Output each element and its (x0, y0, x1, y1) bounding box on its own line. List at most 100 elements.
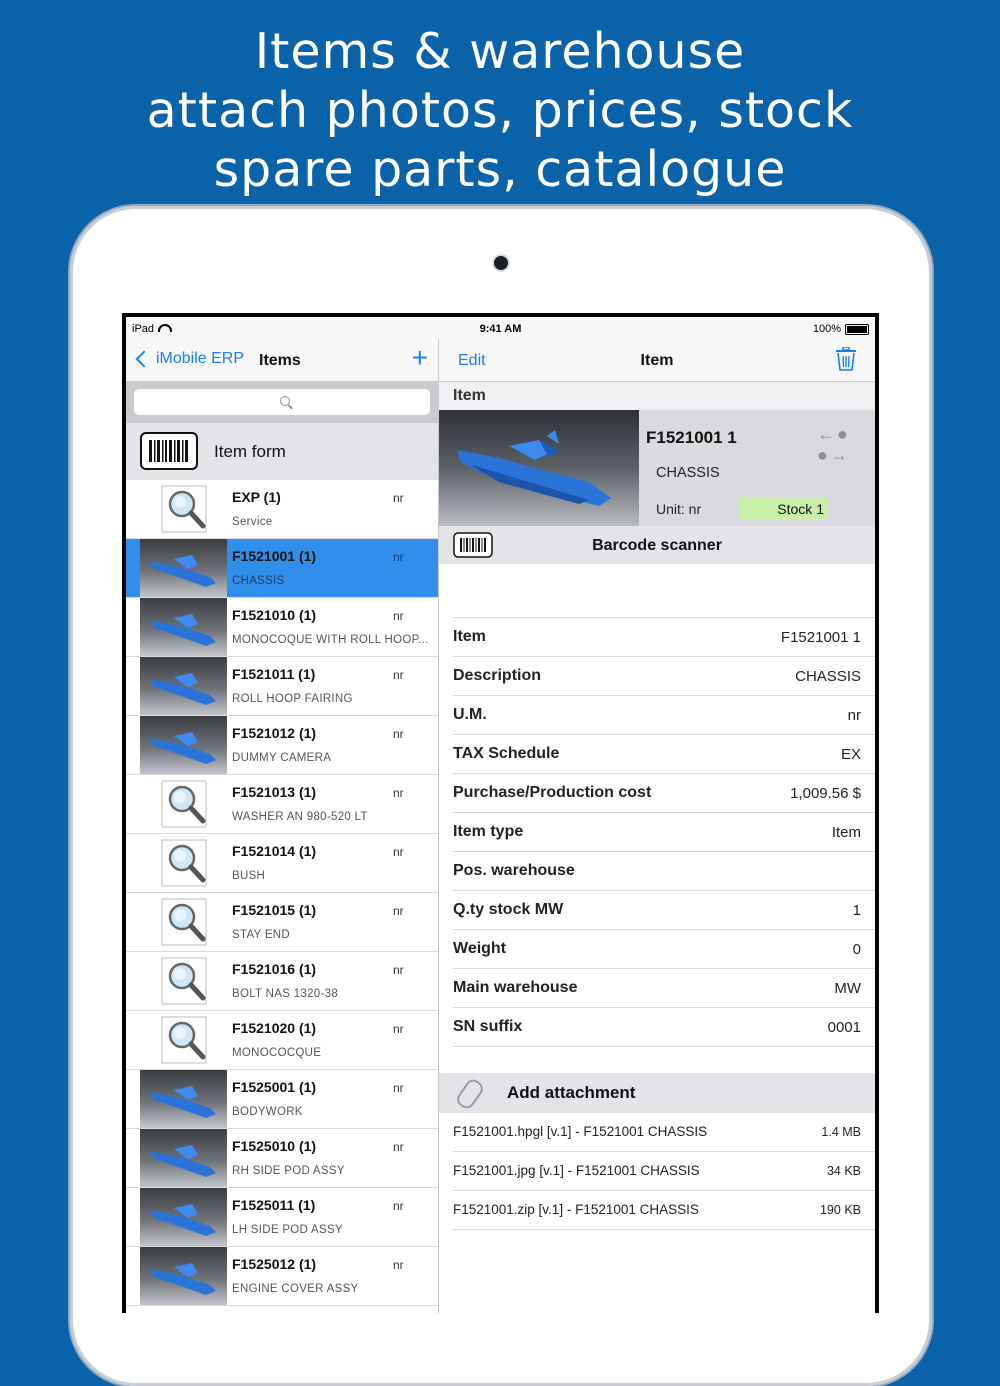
field-row[interactable]: Item type Item (453, 813, 875, 852)
screen: iPad 9:41 AM 100% iMobile ERP Items + It… (122, 313, 879, 1313)
field-row[interactable]: Main warehouse MW (453, 969, 875, 1008)
item-row[interactable]: F1521013 (1) nr WASHER AN 980-520 LT (126, 775, 438, 834)
magnifier-icon (140, 775, 227, 833)
field-row[interactable]: Item F1521001 1 (453, 617, 875, 657)
item-description: STAY END (232, 929, 290, 941)
item-code: F1521015 (1) (232, 902, 317, 918)
trash-icon[interactable] (835, 347, 857, 371)
item-thumbnail (140, 1247, 227, 1305)
item-row[interactable]: F1521010 (1) nr MONOCOQUE WITH ROLL HOOP..… (126, 598, 438, 657)
camera (494, 256, 508, 270)
field-value: CHASSIS (795, 668, 861, 685)
add-attachment-button[interactable]: Add attachment (439, 1073, 875, 1113)
item-row[interactable]: F1521020 (1) nr MONOCOCQUE (126, 1011, 438, 1070)
item-form-label: Item form (214, 442, 286, 461)
attachment-name: F1521001.hpgl [v.1] - F1521001 CHASSIS (453, 1124, 708, 1139)
item-code: F1521001 (1) (232, 548, 317, 564)
summary-code: F1521001 1 (646, 428, 737, 447)
field-label: Purchase/Production cost (453, 784, 652, 801)
field-value: 0001 (827, 1019, 861, 1036)
item-unit: nr (393, 668, 404, 682)
attachment-name: F1521001.zip [v.1] - F1521001 CHASSIS (453, 1202, 699, 1217)
search-bar (126, 382, 438, 423)
barcode-scanner-row[interactable]: Barcode scanner (439, 526, 875, 564)
item-thumbnail (140, 1070, 227, 1128)
item-summary: F1521001 1 ←● ●→ CHASSIS Unit: nr Stock … (439, 410, 875, 526)
search-input[interactable] (134, 389, 430, 415)
add-attachment-label: Add attachment (507, 1083, 636, 1102)
field-row[interactable]: Purchase/Production cost 1,009.56 $ (453, 774, 875, 813)
item-unit: nr (393, 963, 404, 977)
item-code: F1525012 (1) (232, 1256, 317, 1272)
field-value: 0 (852, 941, 861, 958)
item-row[interactable]: F1525001 (1) nr BODYWORK (126, 1070, 438, 1129)
field-value: MW (834, 980, 861, 997)
item-form-row[interactable]: Item form (126, 423, 438, 481)
item-photo[interactable] (439, 410, 639, 526)
barcode-icon (140, 432, 198, 470)
headline-line-1: Items & warehouse (254, 23, 746, 80)
attachments-list: F1521001.hpgl [v.1] - F1521001 CHASSIS 1.… (453, 1113, 875, 1230)
item-row[interactable]: F1521015 (1) nr STAY END (126, 893, 438, 952)
battery: 100% (813, 323, 869, 335)
item-unit: nr (393, 1258, 404, 1272)
item-code: F1521012 (1) (232, 725, 317, 741)
item-unit: nr (393, 1140, 404, 1154)
right-nav-title: Item (640, 352, 674, 369)
item-row[interactable]: F1521011 (1) nr ROLL HOOP FAIRING (126, 657, 438, 716)
item-thumbnail (140, 716, 227, 774)
item-code: F1525011 (1) (232, 1197, 316, 1213)
item-thumbnail (140, 539, 227, 597)
field-value: F1521001 1 (780, 629, 861, 646)
item-code: EXP (1) (232, 489, 281, 505)
item-row[interactable]: F1525010 (1) nr RH SIDE POD ASSY (126, 1129, 438, 1188)
add-item-button[interactable]: + (412, 343, 428, 373)
item-row[interactable]: F1525011 (1) nr LH SIDE POD ASSY (126, 1188, 438, 1247)
item-thumbnail (140, 1188, 227, 1246)
field-row[interactable]: Q.ty stock MW 1 (453, 891, 875, 930)
item-description: MONOCOQUE WITH ROLL HOOP... (232, 634, 429, 646)
field-row[interactable]: Weight 0 (453, 930, 875, 969)
field-label: U.M. (453, 706, 487, 723)
summary-name: CHASSIS (656, 465, 720, 481)
item-unit: nr (393, 1022, 404, 1036)
item-unit: nr (393, 845, 404, 859)
item-row[interactable]: F1521001 (1) nr CHASSIS (126, 539, 438, 598)
attachment-row[interactable]: F1521001.zip [v.1] - F1521001 CHASSIS 190… (453, 1191, 875, 1230)
field-row[interactable]: Description CHASSIS (453, 657, 875, 696)
items-list: EXP (1) nr Service F1521001 (1) nr CHASSIS F15… (126, 480, 438, 1306)
item-fields: Item F1521001 1 Description CHASSIS U.M. nr TA… (453, 617, 875, 1086)
field-label: Item (453, 628, 486, 645)
field-row[interactable]: U.M. nr (453, 696, 875, 735)
attachment-size: 190 KB (819, 1203, 861, 1217)
item-code: F1525001 (1) (232, 1079, 317, 1095)
attachment-size: 1.4 MB (821, 1125, 861, 1139)
item-description: CHASSIS (232, 575, 285, 587)
summary-unit: Unit: nr (656, 501, 702, 517)
item-thumbnail (140, 1129, 227, 1187)
attachment-row[interactable]: F1521001.jpg [v.1] - F1521001 CHASSIS 34 … (453, 1152, 875, 1191)
attachment-row[interactable]: F1521001.hpgl [v.1] - F1521001 CHASSIS 1.… (453, 1113, 875, 1152)
magnifier-icon (140, 1011, 227, 1069)
back-button[interactable]: iMobile ERP (134, 350, 244, 368)
item-row[interactable]: EXP (1) nr Service (126, 480, 438, 539)
field-value: nr (847, 707, 861, 724)
field-row[interactable]: Pos. warehouse (453, 852, 875, 891)
field-value: Item (831, 824, 861, 841)
field-value: 1 (852, 902, 861, 919)
field-row[interactable]: TAX Schedule EX (453, 735, 875, 774)
barcode-scanner-label: Barcode scanner (592, 537, 722, 554)
item-unit: nr (393, 904, 404, 918)
status-bar: iPad 9:41 AM 100% (126, 317, 875, 339)
item-row[interactable]: F1521014 (1) nr BUSH (126, 834, 438, 893)
item-row[interactable]: F1521016 (1) nr BOLT NAS 1320-38 (126, 952, 438, 1011)
item-row[interactable]: F1521012 (1) nr DUMMY CAMERA (126, 716, 438, 775)
field-row[interactable]: SN suffix 0001 (453, 1008, 875, 1047)
field-label: Weight (453, 940, 507, 957)
item-description: MONOCOCQUE (232, 1047, 322, 1059)
item-row[interactable]: F1525012 (1) nr ENGINE COVER ASSY (126, 1247, 438, 1306)
headline: Items & warehouse attach photos, prices,… (0, 22, 1000, 199)
swap-arrows-icon[interactable]: ←● ●→ (817, 424, 875, 466)
attachment-name: F1521001.jpg [v.1] - F1521001 CHASSIS (453, 1163, 700, 1178)
battery-icon (845, 323, 869, 335)
